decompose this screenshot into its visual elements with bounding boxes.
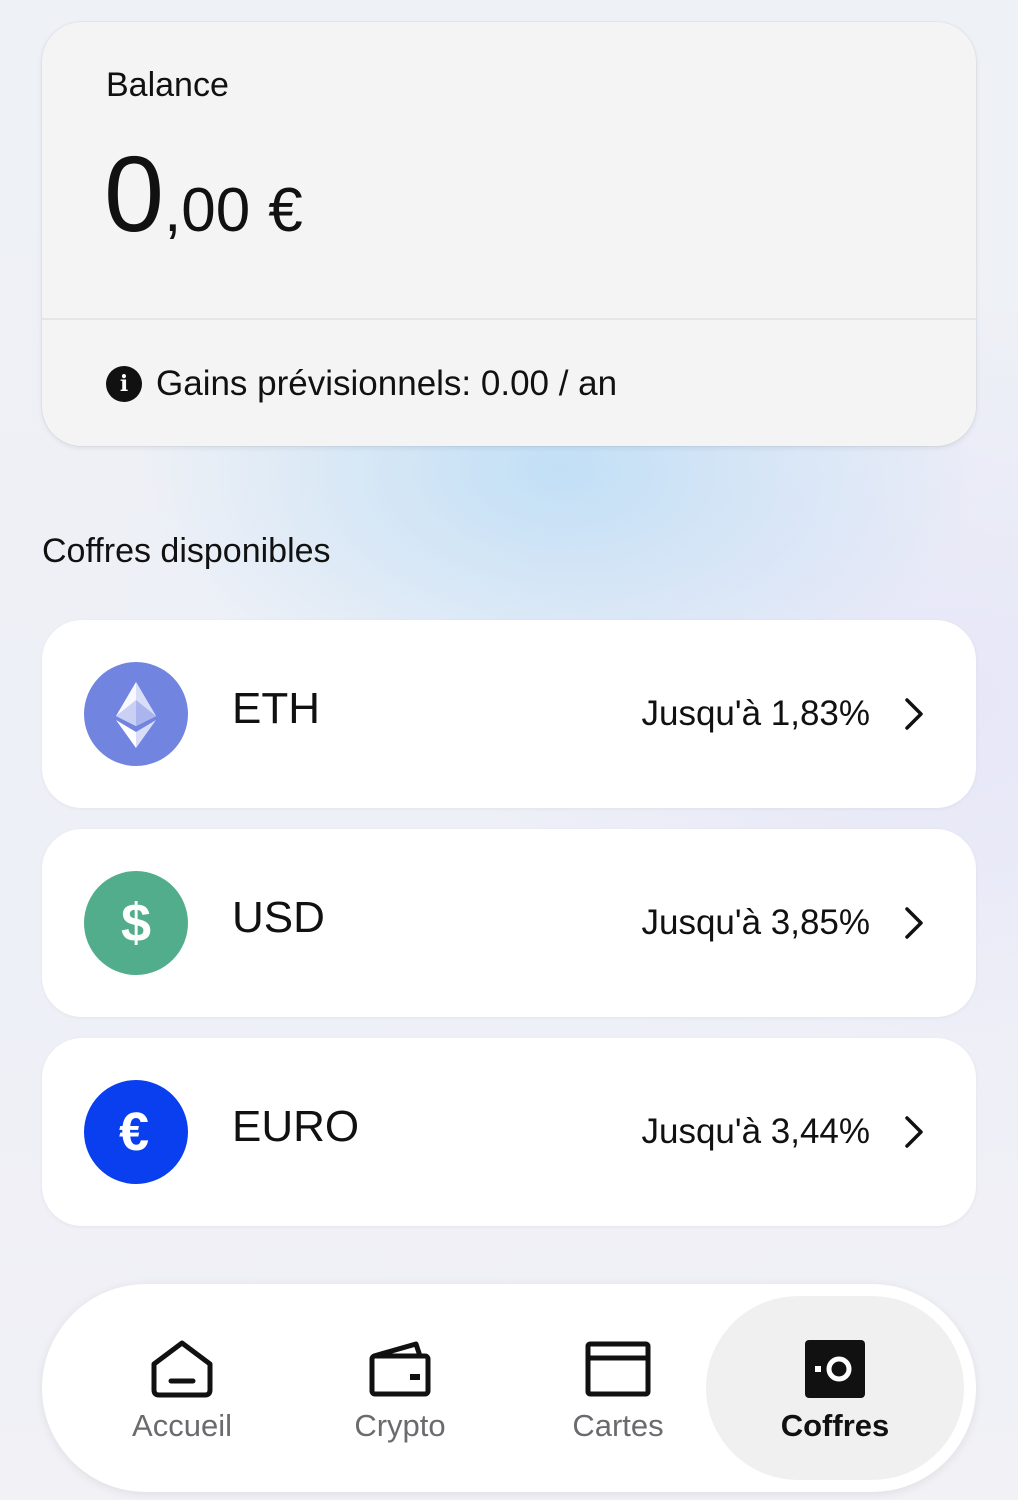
balance-label: Balance (106, 66, 229, 104)
vault-row-usd[interactable]: $ USD Jusqu'à 3,85% (42, 829, 976, 1017)
projected-gains-row[interactable]: i Gains prévisionnels: 0.00 / an (106, 364, 617, 404)
nav-item-accueil[interactable]: Accueil (72, 1284, 292, 1492)
home-icon (151, 1340, 213, 1398)
dollar-icon: $ (84, 871, 188, 975)
info-icon[interactable]: i (106, 366, 142, 402)
balance-card: Balance 0 ,00 € i Gains prévisionnels: 0… (42, 22, 976, 446)
section-title-available-vaults: Coffres disponibles (42, 532, 331, 570)
vault-rate-usd: Jusqu'à 3,85% (641, 903, 870, 942)
vault-row-eth[interactable]: ETH Jusqu'à 1,83% (42, 620, 976, 808)
vault-name-eth: ETH (232, 684, 320, 733)
projected-gains-text: Gains prévisionnels: 0.00 / an (156, 364, 618, 403)
nav-item-cartes[interactable]: Cartes (508, 1284, 728, 1492)
chevron-right-icon (905, 1116, 923, 1148)
ethereum-icon (84, 662, 188, 766)
balance-amount-integer: 0 (104, 133, 164, 254)
balance-amount-decimals: ,00 (164, 176, 251, 245)
vault-name-euro: EURO (232, 1102, 360, 1151)
wallet-icon (369, 1341, 431, 1397)
vault-rate-euro: Jusqu'à 3,44% (641, 1112, 870, 1151)
chevron-right-icon (905, 698, 923, 730)
nav-item-crypto[interactable]: Crypto (290, 1284, 510, 1492)
card-icon (585, 1341, 651, 1397)
nav-label-coffres: Coffres (780, 1408, 890, 1443)
svg-text:€: € (119, 1102, 149, 1162)
vault-name-usd: USD (232, 893, 325, 942)
euro-icon: € (84, 1080, 188, 1184)
nav-label-accueil: Accueil (132, 1408, 232, 1443)
vault-icon (805, 1340, 865, 1398)
nav-item-coffres[interactable]: Coffres (706, 1296, 964, 1480)
nav-label-crypto: Crypto (354, 1408, 446, 1443)
svg-text:$: $ (121, 893, 151, 953)
balance-amount: 0 ,00 € (104, 140, 303, 248)
balance-currency: € (268, 176, 303, 245)
nav-label-cartes: Cartes (572, 1408, 664, 1443)
chevron-right-icon (905, 907, 923, 939)
vault-rate-eth: Jusqu'à 1,83% (641, 694, 870, 733)
balance-divider (42, 318, 976, 320)
vault-row-euro[interactable]: € EURO Jusqu'à 3,44% (42, 1038, 976, 1226)
bottom-navigation: Accueil Crypto Cartes Coffres (42, 1284, 976, 1492)
